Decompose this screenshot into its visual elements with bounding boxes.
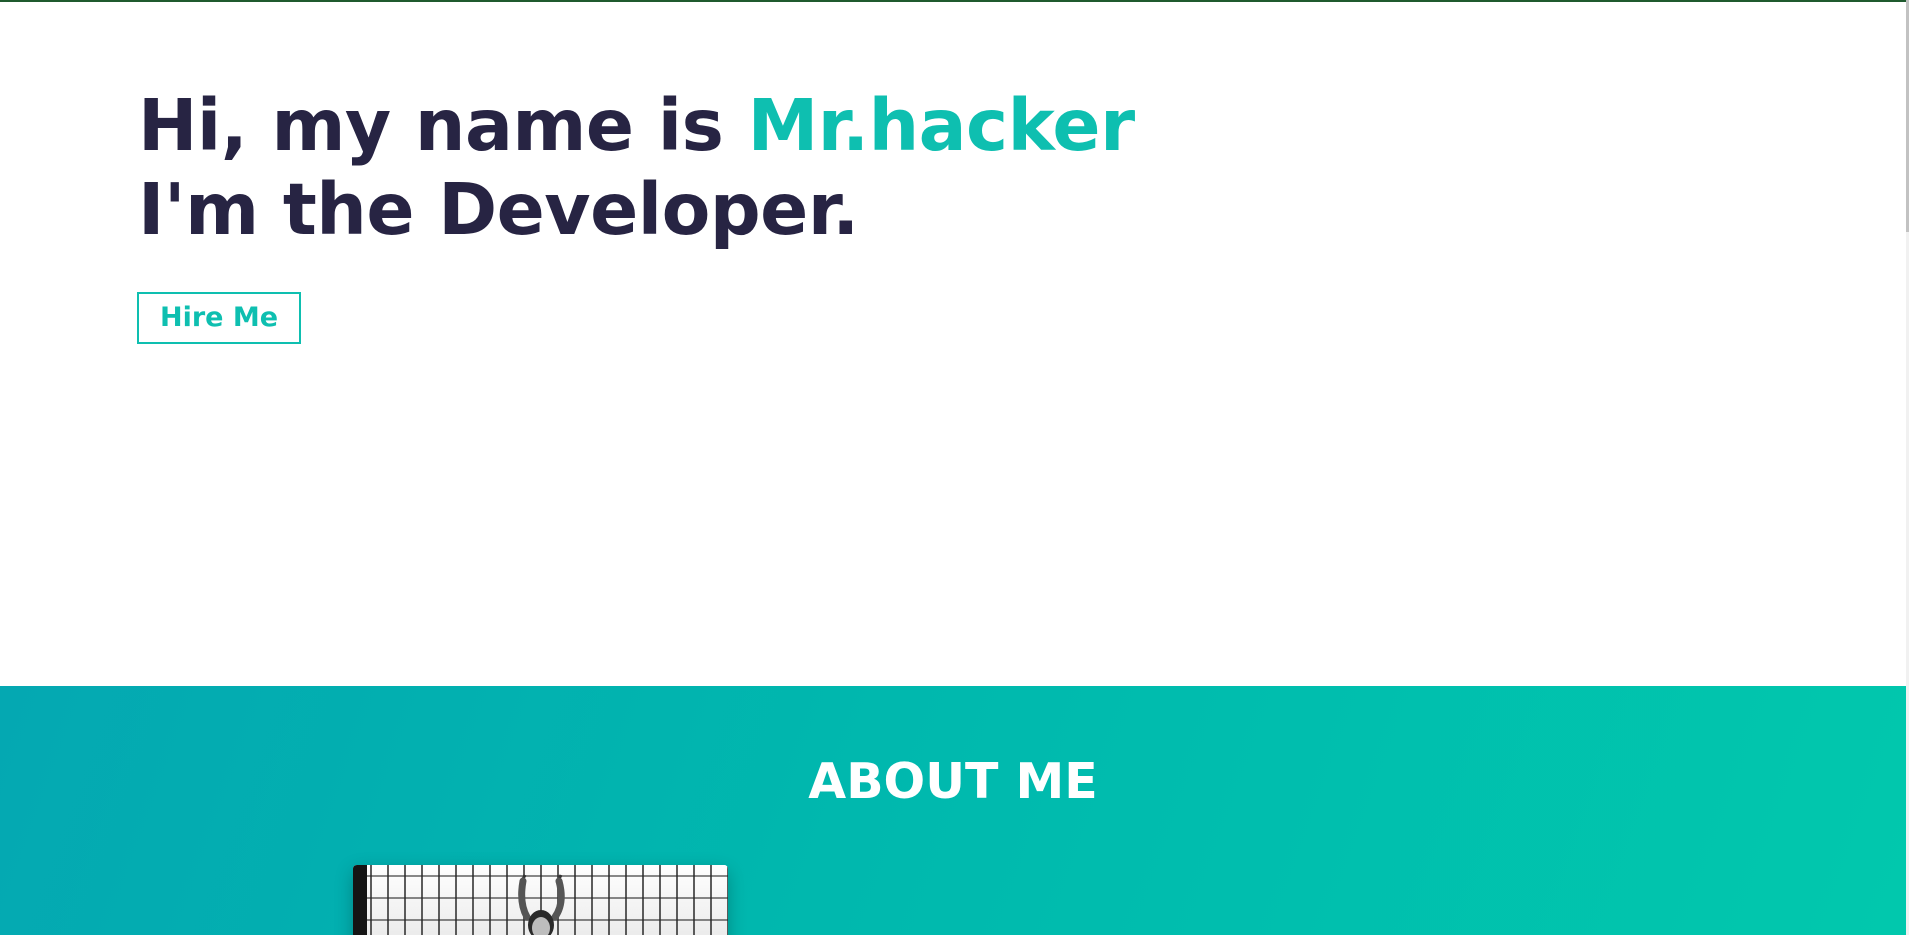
page: Hi, my name is Mr.hacker I'm the Develope… <box>0 0 1909 935</box>
hero-name: Mr.hacker <box>747 84 1136 167</box>
about-title: ABOUT ME <box>808 753 1098 810</box>
photo-dark-edge <box>353 865 367 935</box>
about-section: ABOUT ME <box>0 686 1906 935</box>
hero-intro-text: Hi, my name is <box>138 84 748 167</box>
hire-me-button[interactable]: Hire Me <box>137 292 301 344</box>
person-photo-icon <box>518 874 565 935</box>
about-photo <box>353 865 728 935</box>
hero-role-line: I'm the Developer. <box>138 168 859 251</box>
hero-heading: Hi, my name is Mr.hacker I'm the Develope… <box>138 84 1135 252</box>
hero-section: Hi, my name is Mr.hacker I'm the Develope… <box>0 2 1909 686</box>
